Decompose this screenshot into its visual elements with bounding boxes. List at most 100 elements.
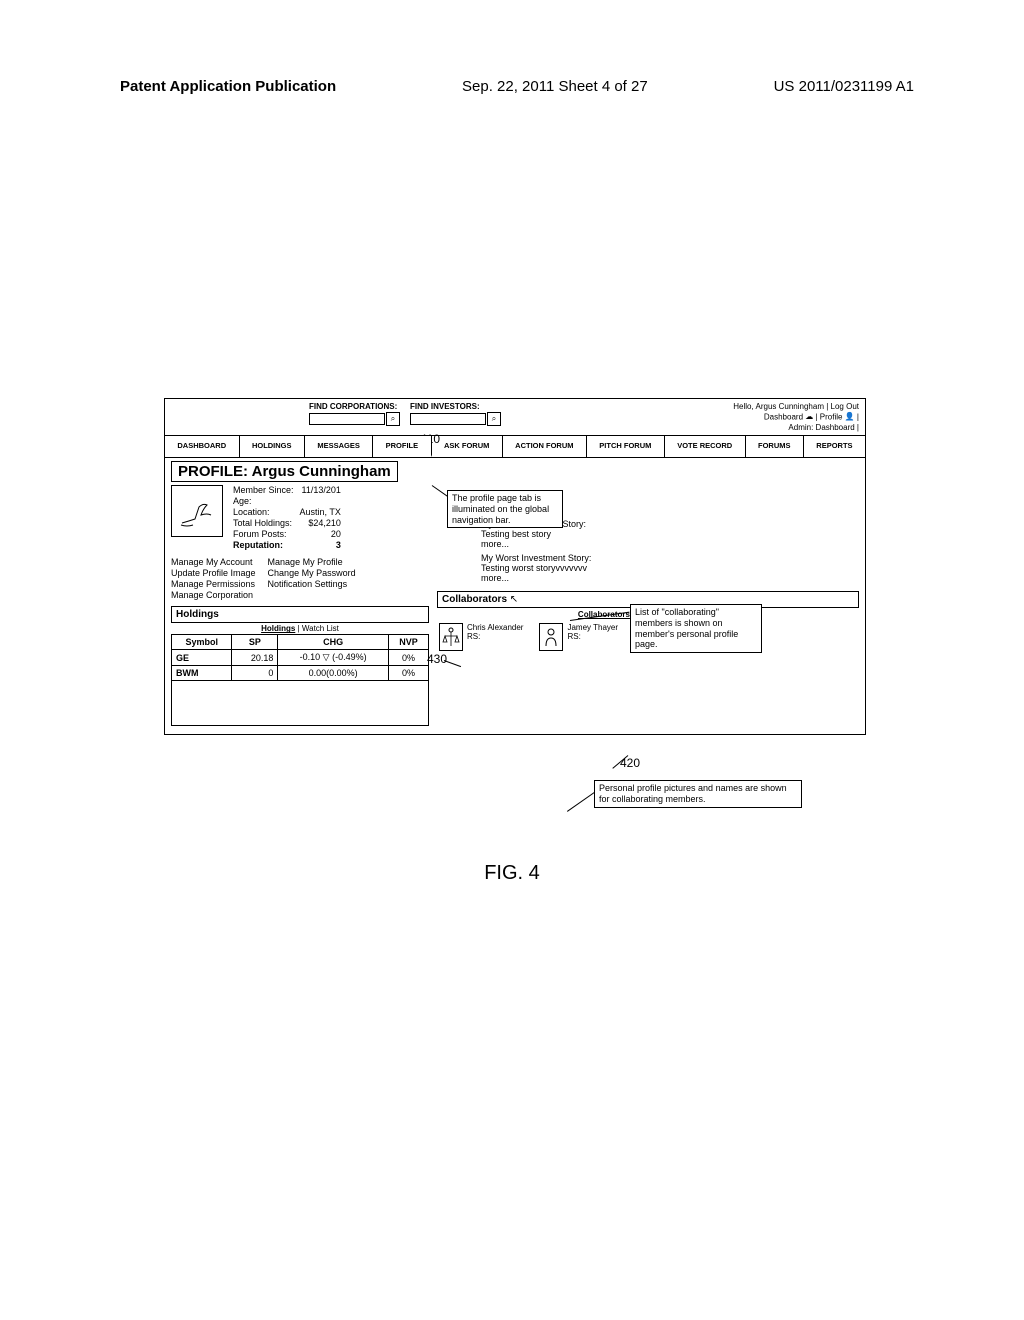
update-image-link[interactable]: Update Profile Image — [171, 568, 256, 578]
admin-label: Admin: — [788, 423, 813, 432]
table-row: BWM 0 0.00(0.00%) 0% — [172, 666, 429, 681]
pub-right: US 2011/0231199 A1 — [774, 78, 914, 95]
table-row — [172, 681, 429, 726]
avatar — [539, 623, 563, 651]
search-inv-button[interactable]: ⌕ — [487, 412, 501, 426]
pub-left: Patent Application Publication — [120, 78, 336, 95]
collaborator-item[interactable]: Jamey Thayer RS: — [539, 623, 618, 651]
tab-messages[interactable]: MESSAGES — [305, 436, 373, 457]
cell-sp: 0 — [232, 666, 278, 681]
info-k: Location: — [233, 507, 294, 517]
manage-links-left: Manage My Account Update Profile Image M… — [171, 557, 256, 600]
cell-nvp: 0% — [388, 666, 428, 681]
person-icon: 👤 — [845, 412, 855, 422]
info-k: Member Since: — [233, 485, 294, 495]
callout-profile-tab: The profile page tab is illuminated on t… — [447, 490, 563, 528]
search-corp-input[interactable] — [309, 413, 385, 425]
notification-settings-link[interactable]: Notification Settings — [268, 579, 356, 589]
manage-permissions-link[interactable]: Manage Permissions — [171, 579, 256, 589]
info-v — [300, 496, 341, 506]
tab-profile[interactable]: PROFILE — [373, 436, 431, 457]
tab-holdings[interactable]: HOLDINGS — [240, 436, 305, 457]
search-corporations: FIND CORPORATIONS: ⌕ — [309, 402, 400, 433]
info-v: $24,210 — [300, 518, 341, 528]
manage-links-right: Manage My Profile Change My Password Not… — [268, 557, 356, 600]
info-v: 3 — [300, 540, 341, 550]
subtab-watchlist[interactable]: Watch List — [302, 624, 339, 633]
worst-story-more[interactable]: more... — [481, 573, 859, 583]
info-k: Reputation: — [233, 540, 294, 550]
info-k: Forum Posts: — [233, 529, 294, 539]
cell-symbol: BWM — [172, 666, 232, 681]
change-password-link[interactable]: Change My Password — [268, 568, 356, 578]
dashboard-link[interactable]: Dashboard — [764, 413, 803, 422]
tab-reports[interactable]: REPORTS — [804, 436, 865, 457]
avatar — [171, 485, 223, 537]
search-inv-input[interactable] — [410, 413, 486, 425]
search-corp-label: FIND CORPORATIONS: — [309, 402, 400, 411]
tab-vote-record[interactable]: VOTE RECORD — [665, 436, 746, 457]
info-v: 11/13/201 — [300, 485, 341, 495]
worst-story-title: My Worst Investment Story: — [481, 553, 859, 563]
hand-tree-icon — [177, 493, 217, 529]
greeting: Hello, Argus Cunningham — [733, 402, 824, 411]
best-story-text: Testing best story — [481, 529, 859, 539]
tab-dashboard[interactable]: DASHBOARD — [165, 436, 240, 457]
search-corp-button[interactable]: ⌕ — [386, 412, 400, 426]
profile-info: Member Since: 11/13/201 Age: Location: Aus… — [233, 485, 341, 550]
profile-link[interactable]: Profile — [820, 413, 843, 422]
person-icon — [542, 626, 560, 648]
info-v: 20 — [300, 529, 341, 539]
tab-action-forum[interactable]: ACTION FORUM — [503, 436, 587, 457]
best-story-more[interactable]: more... — [481, 539, 859, 549]
search-icon: ⌕ — [492, 414, 496, 424]
pub-center: Sep. 22, 2011 Sheet 4 of 27 — [462, 78, 648, 95]
search-inv-label: FIND INVESTORS: — [410, 402, 501, 411]
holdings-title: Holdings — [171, 606, 429, 623]
manage-account-link[interactable]: Manage My Account — [171, 557, 256, 567]
app-frame: FIND CORPORATIONS: ⌕ FIND INVESTORS: ⌕ H… — [164, 398, 866, 735]
topbar: FIND CORPORATIONS: ⌕ FIND INVESTORS: ⌕ H… — [165, 399, 865, 435]
col-nvp: NVP — [388, 635, 428, 650]
callout-collab-list: List of "collaborating" members is shown… — [630, 604, 762, 653]
cell-sp: 20.18 — [232, 650, 278, 666]
account-area: Hello, Argus Cunningham | Log Out Dashbo… — [733, 402, 859, 433]
worst-story-text: Testing worst storyvvvvvvv — [481, 563, 859, 573]
collab-name: Chris Alexander — [467, 623, 523, 632]
table-header-row: Symbol SP CHG NVP — [172, 635, 429, 650]
info-k: Age: — [233, 496, 294, 506]
cell-symbol: GE — [172, 650, 232, 666]
holdings-table: Symbol SP CHG NVP GE 20.18 -0.10 ▽ (-0.4… — [171, 634, 429, 726]
scales-icon — [442, 626, 460, 648]
main-nav: DASHBOARD HOLDINGS MESSAGES PROFILE ASK … — [165, 435, 865, 458]
search-investors: FIND INVESTORS: ⌕ — [410, 402, 501, 433]
info-v: Austin, TX — [300, 507, 341, 517]
cell-nvp: 0% — [388, 650, 428, 666]
collab-name: Jamey Thayer — [567, 623, 618, 632]
cloud-icon: ☁ — [805, 412, 813, 422]
tab-ask-forum[interactable]: ASK FORUM — [432, 436, 503, 457]
cell-chg: -0.10 ▽ (-0.49%) — [278, 650, 389, 666]
subtab-holdings[interactable]: Holdings — [261, 624, 295, 633]
page-title: PROFILE: Argus Cunningham — [171, 461, 398, 482]
callout-profile-pics: Personal profile pictures and names are … — [594, 780, 802, 808]
cell-chg: 0.00(0.00%) — [278, 666, 389, 681]
manage-corporation-link[interactable]: Manage Corporation — [171, 590, 256, 600]
avatar — [439, 623, 463, 651]
collab-rs: RS: — [467, 632, 523, 641]
info-k: Total Holdings: — [233, 518, 294, 528]
tab-forums[interactable]: FORUMS — [746, 436, 804, 457]
table-row: GE 20.18 -0.10 ▽ (-0.49%) 0% — [172, 650, 429, 666]
admin-dashboard-link[interactable]: Dashboard — [816, 423, 855, 432]
tab-pitch-forum[interactable]: PITCH FORUM — [587, 436, 665, 457]
manage-profile-link[interactable]: Manage My Profile — [268, 557, 356, 567]
col-symbol: Symbol — [172, 635, 232, 650]
logout-link[interactable]: Log Out — [831, 402, 859, 411]
collaborator-item[interactable]: Chris Alexander RS: — [439, 623, 523, 651]
holdings-subtabs: Holdings | Watch List — [171, 623, 429, 634]
worst-story: My Worst Investment Story: Testing worst… — [481, 553, 859, 583]
collab-rs: RS: — [567, 632, 618, 641]
figure-caption: FIG. 4 — [0, 862, 1024, 885]
pointer-icon: ↖ — [510, 594, 518, 605]
col-sp: SP — [232, 635, 278, 650]
